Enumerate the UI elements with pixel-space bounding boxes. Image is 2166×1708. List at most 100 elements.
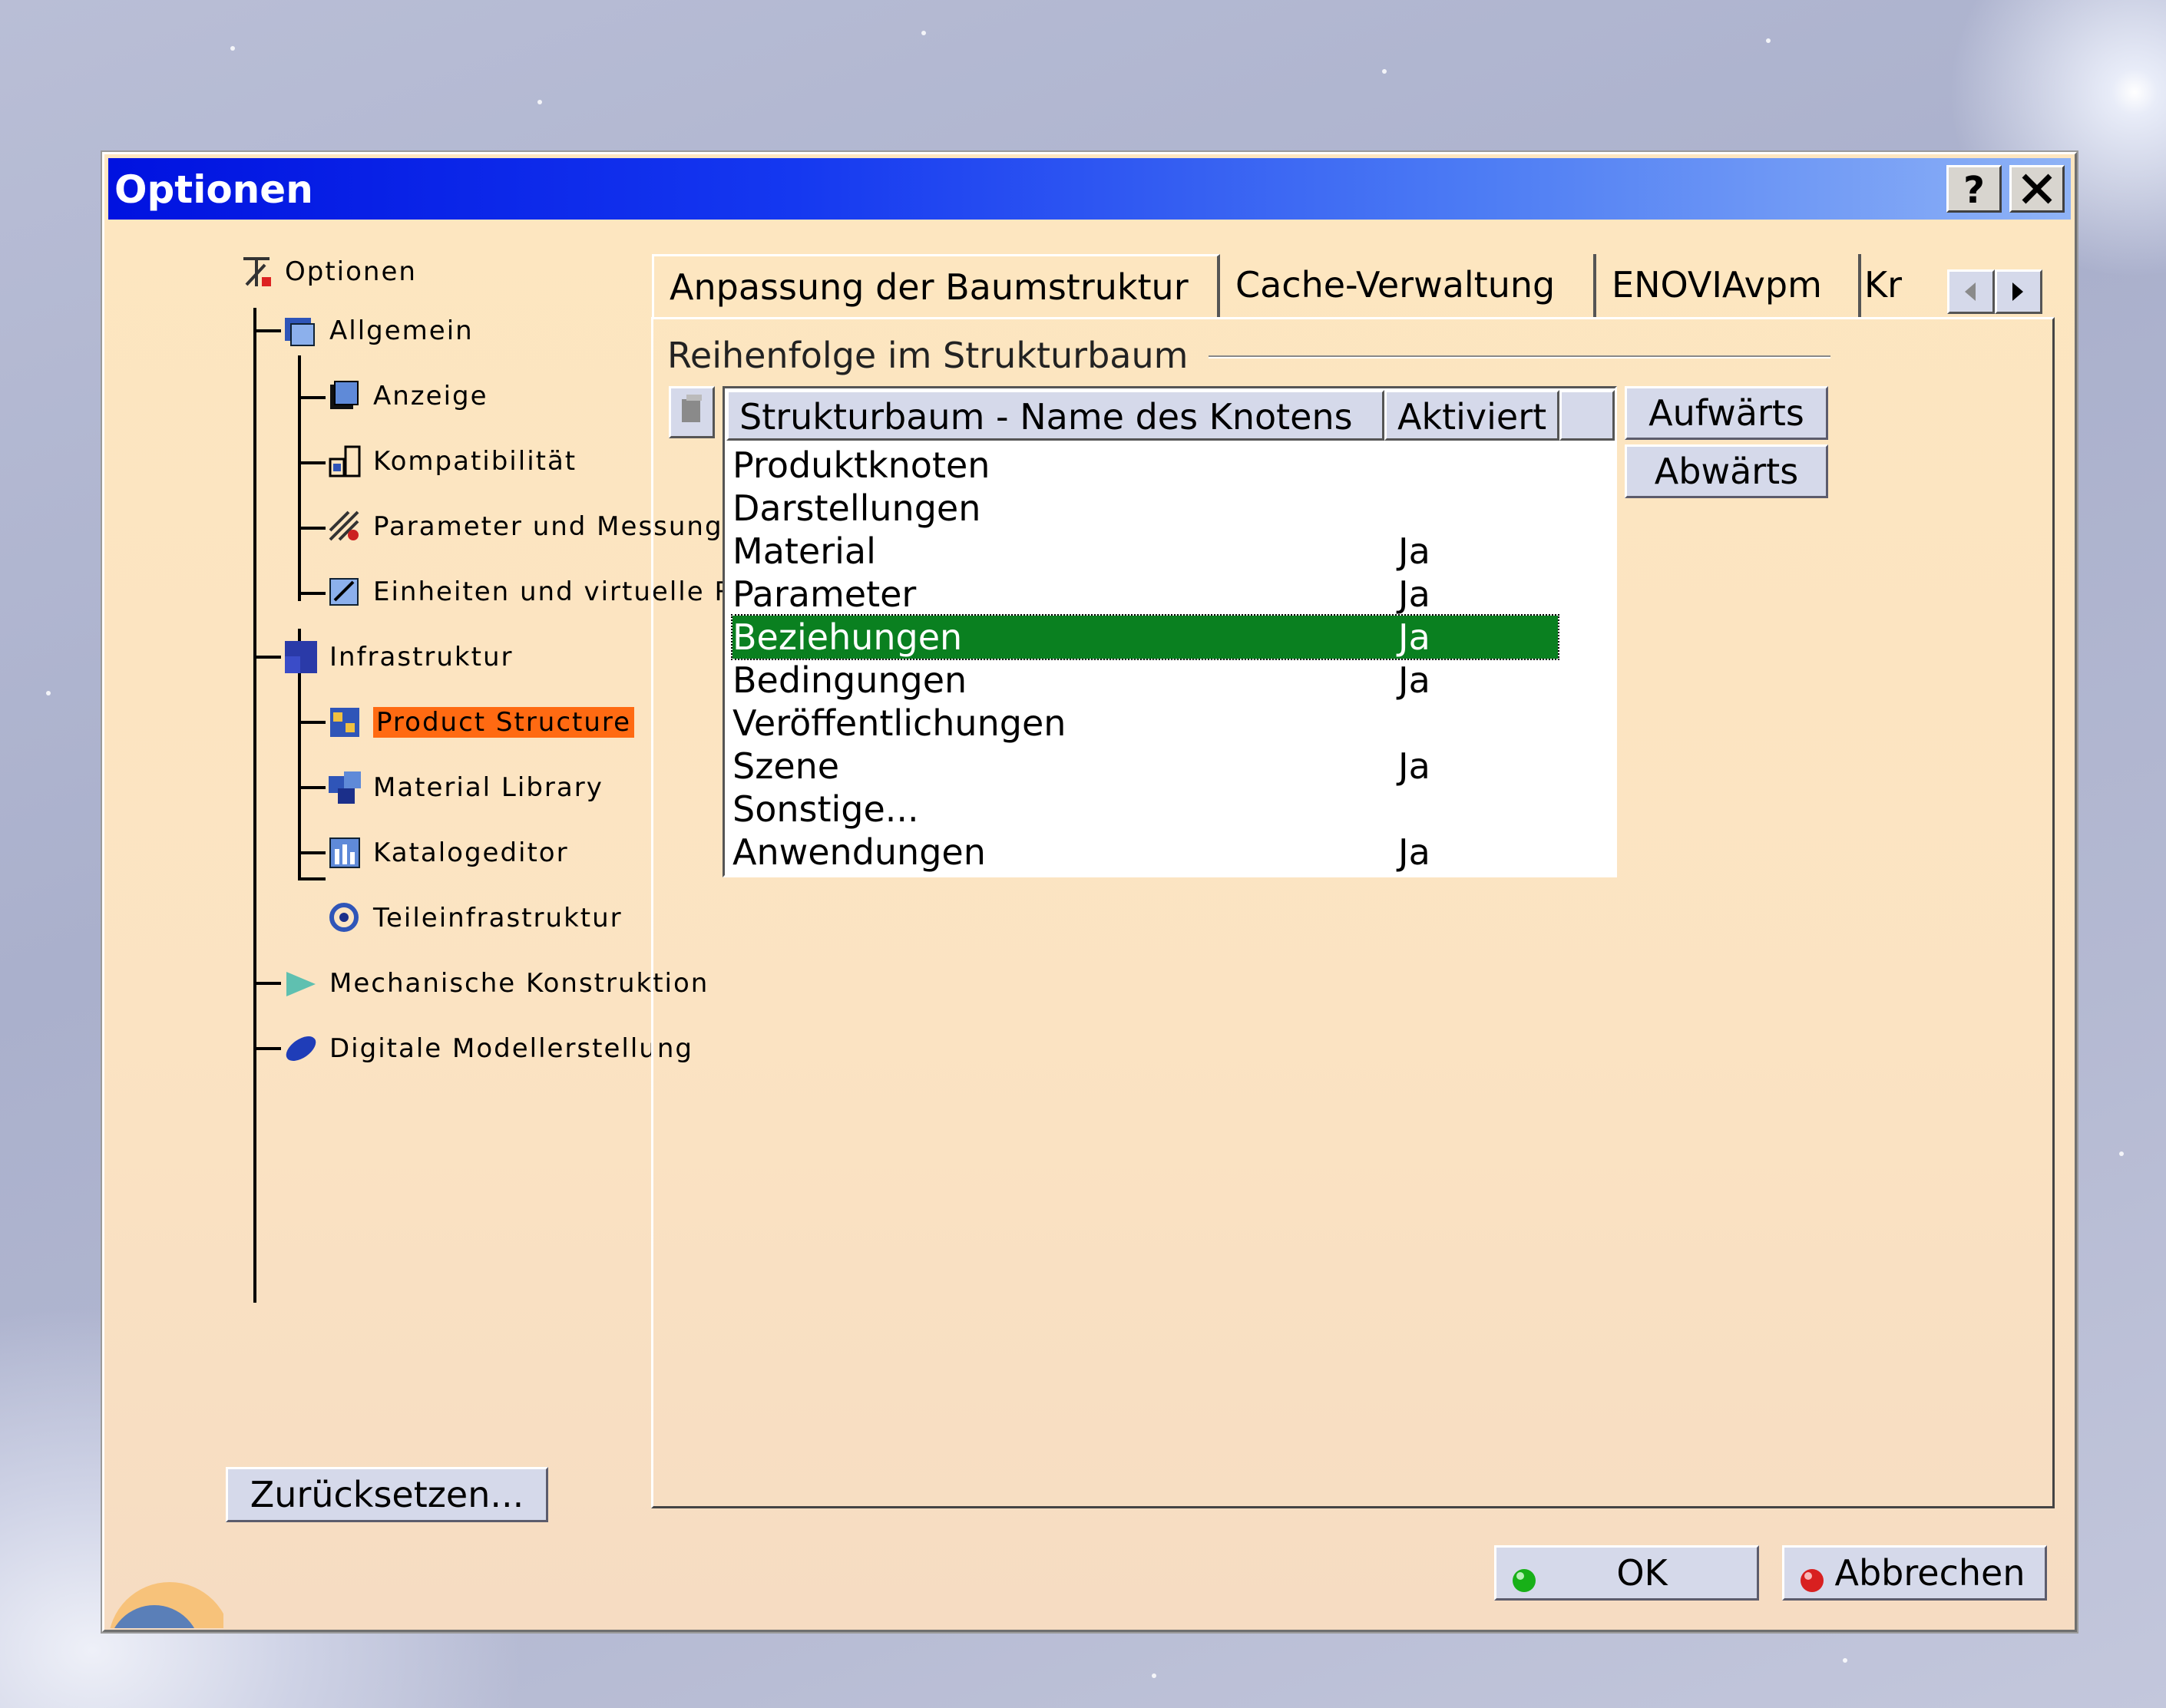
tree-item-allgemein[interactable]: Allgemein (283, 313, 474, 349)
row-active: Ja (1398, 573, 1430, 615)
parameters-measure-icon (327, 509, 362, 544)
green-dot-icon (1509, 1558, 1539, 1609)
window-title: Optionen (114, 167, 313, 212)
tree-branch (253, 329, 281, 332)
table-row[interactable]: Produktknoten (732, 444, 1558, 487)
table-row[interactable]: Sonstige... (732, 788, 1558, 831)
close-button[interactable] (2009, 165, 2065, 213)
row-active: Ja (1398, 530, 1430, 572)
tab-cache[interactable]: Cache-Verwaltung (1220, 254, 1596, 317)
table-row[interactable]: Darstellungen (732, 487, 1558, 530)
structure-order-table: Strukturbaum - Name des Knotens Aktivier… (723, 386, 1617, 877)
product-structure-icon (327, 705, 362, 740)
row-name: Produktknoten (732, 444, 990, 486)
tree-branch (298, 461, 326, 464)
options-dialog: Optionen ? Optionen Allgemein Anzeige Ko… (102, 152, 2077, 1632)
tree-label: Katalogeditor (373, 837, 569, 868)
table-row[interactable]: Veröffentlichungen (732, 702, 1558, 745)
display-icon (327, 378, 362, 414)
background-star (921, 31, 926, 35)
catalog-editor-icon (327, 835, 362, 871)
title-bar[interactable]: Optionen ? (108, 158, 2071, 220)
background-star (1766, 38, 1771, 43)
cancel-label: Abbrechen (1834, 1552, 2025, 1594)
move-up-button[interactable]: Aufwärts (1625, 386, 1828, 440)
row-active: Ja (1398, 831, 1430, 873)
row-name: Sonstige... (732, 788, 919, 830)
table-row-selected[interactable]: Beziehungen Ja (731, 614, 1559, 660)
column-header-aktiviert[interactable]: Aktiviert (1384, 390, 1559, 441)
table-corner-button[interactable] (669, 386, 715, 438)
background-star (1382, 69, 1387, 74)
tree-branch (253, 982, 281, 985)
tree-label: Teileinfrastruktur (373, 903, 623, 933)
tree-item-material-library[interactable]: Material Library (327, 770, 604, 805)
row-name: Material (732, 530, 876, 572)
tree-label: Infrastruktur (329, 642, 514, 672)
tree-label: Anzeige (373, 381, 488, 411)
table-row[interactable]: Anwendungen Ja (732, 831, 1558, 874)
arrow-left-icon (1965, 282, 1976, 301)
tab-scroll-right-button[interactable] (1995, 269, 2042, 314)
cancel-button[interactable]: Abbrechen (1782, 1545, 2047, 1601)
reset-button[interactable]: Zurücksetzen... (226, 1467, 548, 1522)
row-active: Ja (1398, 659, 1430, 701)
red-dot-icon (1797, 1558, 1827, 1609)
tree-item-teileinfrastruktur[interactable]: Teileinfrastruktur (327, 900, 623, 936)
background-star (1843, 1658, 1847, 1663)
group-label: Reihenfolge im Strukturbaum (667, 335, 1189, 376)
units-icon (327, 574, 362, 610)
tree-item-infrastruktur[interactable]: Infrastruktur (283, 639, 513, 675)
tree-line (253, 308, 256, 1303)
tree-branch (298, 786, 326, 789)
row-name: Anwendungen (732, 831, 986, 873)
row-name: Bedingungen (732, 659, 967, 701)
column-header-name[interactable]: Strukturbaum - Name des Knotens (726, 390, 1384, 441)
tab-scroll-left-button[interactable] (1947, 269, 1995, 314)
tab-enovia[interactable]: ENOVIAvpm (1596, 254, 1861, 317)
compatibility-icon (327, 444, 362, 479)
help-button[interactable]: ? (1946, 165, 2002, 213)
mechanical-design-icon (283, 966, 319, 1001)
ok-button[interactable]: OK (1494, 1545, 1759, 1601)
tree-item-optionen[interactable]: Optionen (239, 254, 417, 289)
row-active: Ja (1398, 616, 1430, 658)
table-row[interactable]: Bedingungen Ja (732, 659, 1558, 702)
tree-label: Allgemein (329, 316, 474, 346)
tree-branch (298, 396, 326, 399)
table-row[interactable]: Material Ja (732, 530, 1558, 573)
row-name: Parameter (732, 573, 917, 615)
tree-label: Kompatibilität (373, 446, 577, 477)
tab-kr[interactable]: Kr (1861, 254, 1930, 317)
ok-label: OK (1616, 1552, 1668, 1594)
group-divider (1209, 355, 1830, 358)
table-row[interactable]: Parameter Ja (732, 573, 1558, 616)
table-corner-icon (682, 395, 702, 422)
row-name: Beziehungen (732, 616, 963, 658)
digital-shape-icon (283, 1031, 319, 1066)
row-name: Szene (732, 745, 840, 787)
tree-line (298, 355, 301, 601)
infrastructure-icon (283, 639, 319, 675)
tree-branch (253, 656, 281, 659)
close-icon (2022, 173, 2052, 204)
background-star (537, 100, 542, 104)
column-header-empty (1559, 390, 1615, 441)
options-tree: Optionen Allgemein Anzeige Kompatibilitä… (135, 246, 766, 1490)
globe-logo (108, 1559, 223, 1628)
tree-branch (298, 592, 326, 595)
tree-item-kompatibilitaet[interactable]: Kompatibilität (327, 444, 577, 479)
tree-item-mechanische[interactable]: Mechanische Konstruktion (283, 966, 709, 1001)
tree-item-anzeige[interactable]: Anzeige (327, 378, 488, 414)
row-active: Ja (1398, 745, 1430, 787)
tree-label: Optionen (285, 256, 417, 287)
tree-item-product-structure[interactable]: Product Structure (327, 705, 635, 740)
tree-branch (298, 877, 326, 880)
tab-anpassung[interactable]: Anpassung der Baumstruktur (652, 254, 1220, 317)
table-row[interactable]: Szene Ja (732, 745, 1558, 788)
tree-item-digitale[interactable]: Digitale Modellerstellung (283, 1031, 693, 1066)
tree-branch (253, 1047, 281, 1050)
move-down-button[interactable]: Abwärts (1625, 444, 1828, 498)
tree-label: Material Library (373, 772, 604, 803)
tree-item-katalogeditor[interactable]: Katalogeditor (327, 835, 569, 871)
